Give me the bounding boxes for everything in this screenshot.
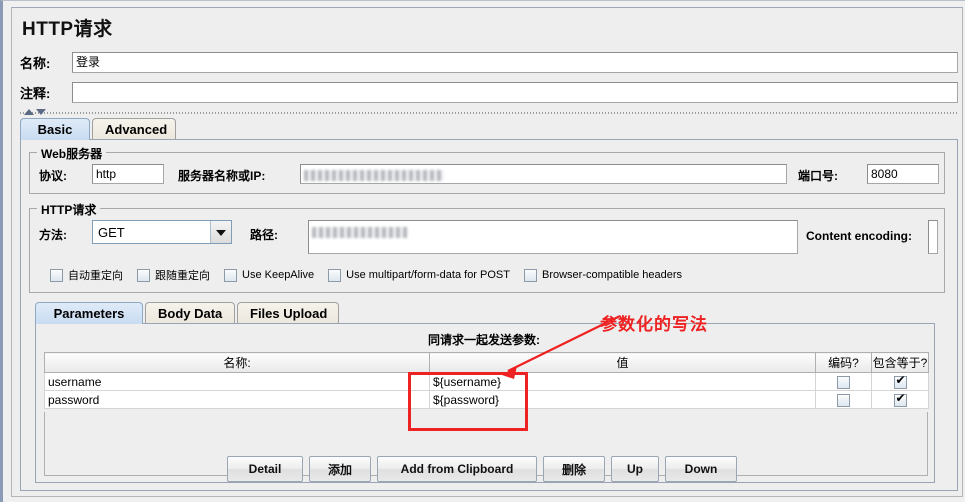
server-name-label: 服务器名称或IP:: [178, 169, 266, 183]
tab-basic-label: Basic: [37, 122, 73, 137]
chevron-down-icon[interactable]: [210, 221, 231, 243]
cell-param-include-equals[interactable]: [871, 372, 929, 391]
column-header-encode[interactable]: 编码?: [815, 352, 872, 373]
checkbox-use-keepalive-label: Use KeepAlive: [242, 269, 315, 281]
web-server-legend: Web服务器: [37, 145, 107, 162]
table-row[interactable]: password ${password}: [44, 390, 929, 409]
checkbox-browser-compatible-headers-label: Browser-compatible headers: [541, 269, 682, 281]
basic-tab-panel: Web服务器 协议: http 服务器名称或IP: 端口号: 8080 HTTP…: [20, 139, 958, 491]
method-label: 方法:: [39, 228, 67, 242]
checkbox-use-keepalive-box[interactable]: [224, 268, 237, 282]
cell-param-name[interactable]: username: [44, 372, 430, 391]
tab-parameters[interactable]: Parameters: [35, 302, 143, 324]
content-encoding-label: Content encoding:: [806, 229, 912, 243]
checkbox-auto-redirect-label: 自动重定向: [68, 270, 123, 282]
cell-param-name[interactable]: password: [44, 390, 430, 409]
tab-files-upload-label: Files Upload: [250, 306, 328, 321]
column-header-value[interactable]: 值: [429, 352, 816, 373]
checkbox-browser-compatible-headers[interactable]: Browser-compatible headers: [523, 268, 682, 282]
checkbox-use-keepalive[interactable]: Use KeepAlive: [224, 268, 315, 282]
cell-param-encode[interactable]: [815, 390, 872, 409]
checkbox-encode[interactable]: [837, 375, 850, 389]
method-combo[interactable]: GET: [92, 220, 232, 244]
checkbox-multipart-form-data[interactable]: Use multipart/form-data for POST: [328, 268, 510, 282]
jmeter-http-request-window: HTTP请求 名称: 登录 注释: Basic Advanced Web服务器 …: [0, 0, 965, 502]
tab-parameters-label: Parameters: [53, 306, 125, 321]
cell-param-value[interactable]: ${username}: [429, 372, 816, 391]
up-button[interactable]: Up: [611, 456, 659, 482]
checkbox-multipart-form-data-label: Use multipart/form-data for POST: [346, 269, 510, 281]
port-input[interactable]: 8080: [867, 164, 939, 184]
checkbox-auto-redirect[interactable]: 自动重定向: [50, 267, 123, 283]
checkbox-follow-redirect-label: 跟随重定向: [155, 270, 210, 282]
action-button-bar: Detail 添加 Add from Clipboard 删除 Up Down: [227, 456, 737, 482]
name-input[interactable]: 登录: [72, 52, 958, 73]
request-options-row: 自动重定向 跟随重定向 Use KeepAlive Use multipart/…: [50, 267, 696, 283]
comment-label: 注释:: [20, 86, 51, 101]
down-button[interactable]: Down: [665, 456, 737, 482]
checkbox-follow-redirect[interactable]: 跟随重定向: [137, 267, 210, 283]
tab-files-upload[interactable]: Files Upload: [237, 302, 339, 324]
server-name-redacted: [304, 170, 444, 182]
tab-advanced[interactable]: Advanced: [92, 118, 176, 140]
add-from-clipboard-button[interactable]: Add from Clipboard: [377, 456, 537, 482]
checkbox-browser-compatible-headers-box[interactable]: [523, 268, 537, 282]
checkbox-include-equals[interactable]: [893, 391, 907, 407]
collapse-up-icon[interactable]: [24, 109, 34, 115]
add-button[interactable]: 添加: [309, 456, 371, 482]
method-value: GET: [98, 224, 125, 240]
panel-splitter[interactable]: [20, 108, 958, 117]
comment-row: 注释:: [20, 82, 958, 103]
column-header-name[interactable]: 名称:: [44, 352, 430, 373]
cell-param-encode[interactable]: [815, 372, 872, 391]
column-header-include-equals[interactable]: 包含等于?: [871, 352, 929, 373]
checkbox-auto-redirect-box[interactable]: [50, 268, 63, 282]
checkbox-include-equals[interactable]: [893, 373, 907, 389]
annotation-text: 参数化的写法: [600, 315, 708, 334]
name-row: 名称: 登录: [20, 52, 958, 73]
protocol-input[interactable]: http: [92, 164, 164, 184]
collapse-down-icon[interactable]: [36, 109, 46, 115]
http-request-group: HTTP请求 方法: GET 路径: Content encoding: 自动重…: [29, 201, 945, 293]
port-label: 端口号:: [798, 169, 838, 183]
checkbox-encode[interactable]: [837, 393, 850, 407]
cell-param-include-equals[interactable]: [871, 390, 929, 409]
checkbox-follow-redirect-box[interactable]: [137, 268, 150, 282]
page-title: HTTP请求: [22, 19, 113, 40]
web-server-group: Web服务器 协议: http 服务器名称或IP: 端口号: 8080: [29, 145, 945, 194]
tab-basic[interactable]: Basic: [20, 118, 90, 140]
server-name-input[interactable]: [300, 164, 787, 184]
main-tabstrip: Basic Advanced: [20, 118, 958, 140]
cell-param-value[interactable]: ${password}: [429, 390, 816, 409]
tab-body-data[interactable]: Body Data: [145, 302, 235, 324]
tab-advanced-label: Advanced: [105, 122, 168, 137]
delete-button[interactable]: 删除: [543, 456, 605, 482]
http-request-legend: HTTP请求: [37, 201, 101, 218]
path-input[interactable]: [308, 220, 798, 254]
detail-button[interactable]: Detail: [227, 456, 303, 482]
name-label: 名称:: [20, 56, 51, 71]
content-encoding-input[interactable]: [928, 220, 938, 254]
comment-input[interactable]: [72, 82, 958, 103]
http-request-panel: HTTP请求 名称: 登录 注释: Basic Advanced Web服务器 …: [11, 7, 963, 497]
checkbox-multipart-form-data-box[interactable]: [328, 268, 342, 282]
protocol-label: 协议:: [39, 169, 67, 183]
params-table-header-row: 名称: 值 编码? 包含等于?: [44, 352, 929, 373]
path-label: 路径:: [250, 228, 278, 242]
tab-body-data-label: Body Data: [158, 306, 223, 321]
params-tabstrip: Parameters Body Data Files Upload: [35, 302, 935, 324]
path-redacted: [312, 226, 408, 238]
params-table-caption: 同请求一起发送参数:: [428, 333, 540, 347]
table-row[interactable]: username ${username}: [44, 372, 929, 391]
params-table: 名称: 值 编码? 包含等于? username ${username} ✔ p…: [44, 352, 929, 409]
